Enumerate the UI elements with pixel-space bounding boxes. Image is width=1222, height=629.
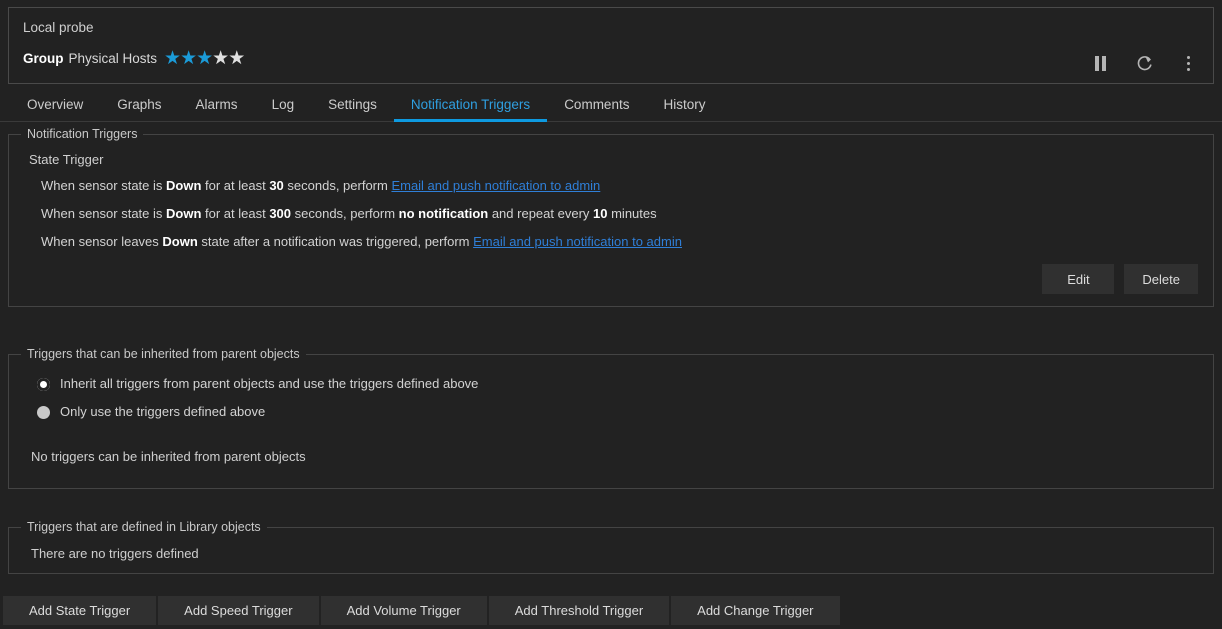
state-trigger-title: State Trigger bbox=[29, 152, 1199, 167]
trigger-latency: 300 bbox=[269, 206, 291, 221]
pause-button[interactable] bbox=[1085, 48, 1115, 78]
trigger-latency: 30 bbox=[269, 178, 283, 193]
radio-selected-icon bbox=[37, 378, 50, 391]
trigger-text: When sensor leaves bbox=[41, 234, 162, 249]
delete-button[interactable]: Delete bbox=[1124, 264, 1198, 294]
trigger-text: minutes bbox=[607, 206, 656, 221]
trigger-row: When sensor state is Down for at least 3… bbox=[41, 177, 1199, 194]
tab-bar: OverviewGraphsAlarmsLogSettingsNotificat… bbox=[0, 90, 1222, 122]
trigger-text: for at least bbox=[201, 178, 269, 193]
tab-notification-triggers[interactable]: Notification Triggers bbox=[394, 97, 547, 122]
star-icon[interactable]: ★ bbox=[196, 49, 212, 68]
edit-button[interactable]: Edit bbox=[1042, 264, 1114, 294]
trigger-text: seconds, perform bbox=[291, 206, 399, 221]
trigger-action: no notification bbox=[399, 206, 489, 221]
trigger-text: When sensor state is bbox=[41, 206, 166, 221]
pause-icon bbox=[1095, 56, 1106, 71]
notification-triggers-legend: Notification Triggers bbox=[21, 127, 143, 142]
more-options-button[interactable] bbox=[1173, 48, 1203, 78]
probe-name: Local probe bbox=[23, 20, 1199, 36]
trigger-row: When sensor state is Down for at least 3… bbox=[41, 205, 1199, 222]
tab-comments[interactable]: Comments bbox=[547, 97, 646, 122]
add-trigger-toolbar: Add State TriggerAdd Speed TriggerAdd Vo… bbox=[0, 596, 840, 625]
refresh-icon bbox=[1135, 54, 1154, 73]
inherited-triggers-legend: Triggers that can be inherited from pare… bbox=[21, 347, 306, 362]
tab-history[interactable]: History bbox=[646, 97, 722, 122]
group-line: Group Physical Hosts ★★★★★ bbox=[23, 49, 1199, 68]
notification-link[interactable]: Email and push notification to admin bbox=[473, 234, 682, 249]
radio-inherit-all[interactable]: Inherit all triggers from parent objects… bbox=[37, 375, 1199, 393]
add-speed-trigger-button[interactable]: Add Speed Trigger bbox=[158, 596, 318, 625]
header-actions bbox=[1085, 48, 1203, 78]
trigger-state: Down bbox=[166, 178, 201, 193]
add-change-trigger-button[interactable]: Add Change Trigger bbox=[671, 596, 839, 625]
add-state-trigger-button[interactable]: Add State Trigger bbox=[3, 596, 156, 625]
radio-inherit-all-label: Inherit all triggers from parent objects… bbox=[60, 375, 478, 393]
inherited-triggers-note: No triggers can be inherited from parent… bbox=[31, 449, 1199, 464]
page-root: Local probe Group Physical Hosts ★★★★★ O… bbox=[0, 7, 1222, 629]
more-vertical-icon bbox=[1187, 56, 1190, 71]
library-triggers-note: There are no triggers defined bbox=[31, 546, 1199, 561]
tab-settings[interactable]: Settings bbox=[311, 97, 394, 122]
trigger-row: When sensor leaves Down state after a no… bbox=[41, 233, 1199, 250]
library-triggers-section: Triggers that are defined in Library obj… bbox=[8, 527, 1214, 574]
trigger-text: for at least bbox=[201, 206, 269, 221]
group-label: Group bbox=[23, 50, 64, 68]
star-icon[interactable]: ★ bbox=[212, 49, 228, 68]
trigger-text: When sensor state is bbox=[41, 178, 166, 193]
star-icon[interactable]: ★ bbox=[164, 49, 180, 68]
tab-log[interactable]: Log bbox=[255, 97, 312, 122]
notification-triggers-section: Notification Triggers State Trigger When… bbox=[8, 134, 1214, 307]
tab-alarms[interactable]: Alarms bbox=[179, 97, 255, 122]
star-icon[interactable]: ★ bbox=[228, 49, 244, 68]
library-triggers-legend: Triggers that are defined in Library obj… bbox=[21, 520, 267, 535]
star-icon[interactable]: ★ bbox=[180, 49, 196, 68]
radio-only-defined-label: Only use the triggers defined above bbox=[60, 403, 265, 421]
trigger-state: Down bbox=[162, 234, 197, 249]
radio-unselected-icon bbox=[37, 406, 50, 419]
trigger-text: seconds, perform bbox=[284, 178, 392, 193]
trigger-repeat-interval: 10 bbox=[593, 206, 607, 221]
add-threshold-trigger-button[interactable]: Add Threshold Trigger bbox=[489, 596, 669, 625]
add-volume-trigger-button[interactable]: Add Volume Trigger bbox=[321, 596, 487, 625]
inherited-triggers-section: Triggers that can be inherited from pare… bbox=[8, 354, 1214, 489]
trigger-actions: Edit Delete bbox=[23, 264, 1199, 294]
group-name: Physical Hosts bbox=[69, 50, 158, 68]
refresh-button[interactable] bbox=[1129, 48, 1159, 78]
tab-graphs[interactable]: Graphs bbox=[100, 97, 178, 122]
trigger-state: Down bbox=[166, 206, 201, 221]
trigger-text: and repeat every bbox=[488, 206, 593, 221]
tab-overview[interactable]: Overview bbox=[10, 97, 100, 122]
object-header-card: Local probe Group Physical Hosts ★★★★★ bbox=[8, 7, 1214, 84]
notification-link[interactable]: Email and push notification to admin bbox=[391, 178, 600, 193]
radio-only-defined[interactable]: Only use the triggers defined above bbox=[37, 403, 1199, 421]
trigger-text: state after a notification was triggered… bbox=[198, 234, 473, 249]
priority-rating-stars[interactable]: ★★★★★ bbox=[164, 49, 244, 68]
